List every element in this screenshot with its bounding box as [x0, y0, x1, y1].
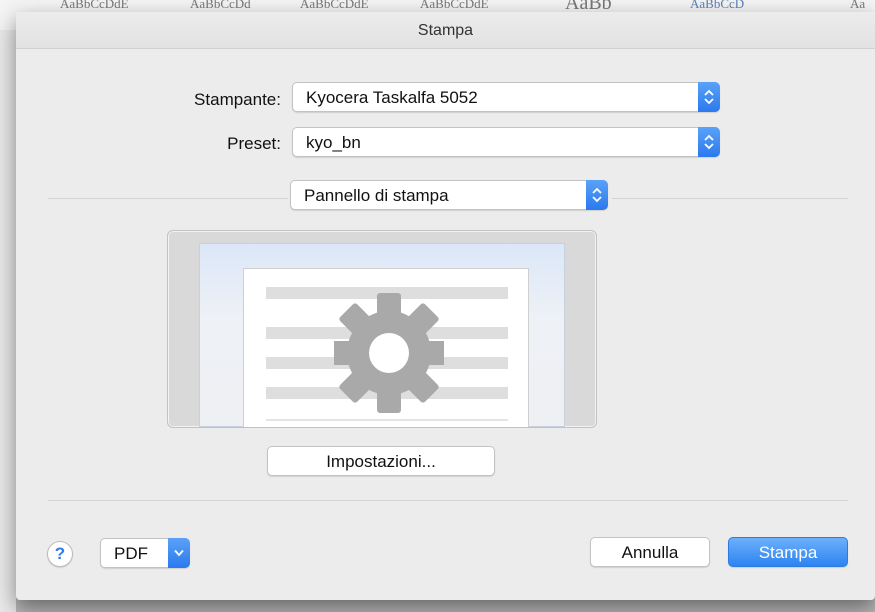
panel-value: Pannello di stampa: [304, 186, 449, 205]
separator: [48, 198, 288, 199]
dialog-title: Stampa: [16, 12, 875, 49]
print-button[interactable]: Stampa: [728, 537, 848, 567]
stepper-icon: [586, 180, 608, 210]
separator: [612, 198, 848, 199]
print-preview: [167, 230, 597, 428]
printer-value: Kyocera Taskalfa 5052: [306, 88, 478, 107]
preset-value: kyo_bn: [306, 133, 361, 152]
chevron-down-icon: [168, 538, 190, 568]
pdf-label: PDF: [114, 544, 148, 563]
settings-button[interactable]: Impostazioni...: [267, 446, 495, 476]
preview-line: [266, 419, 508, 421]
stepper-icon: [698, 127, 720, 157]
stepper-icon: [698, 82, 720, 112]
print-dialog: Stampa Stampante: Kyocera Taskalfa 5052 …: [16, 12, 875, 600]
preview-page: [243, 268, 529, 427]
preset-select[interactable]: kyo_bn: [292, 127, 720, 157]
separator: [48, 500, 848, 501]
pdf-menu-button[interactable]: PDF: [100, 538, 190, 568]
help-icon[interactable]: ?: [47, 541, 73, 567]
preview-background: [199, 243, 565, 427]
background-window-edge: [0, 30, 16, 612]
gear-icon: [334, 293, 444, 413]
panel-select[interactable]: Pannello di stampa: [290, 180, 608, 210]
cancel-button[interactable]: Annulla: [590, 537, 710, 567]
printer-select[interactable]: Kyocera Taskalfa 5052: [292, 82, 720, 112]
preset-label: Preset:: [227, 134, 281, 153]
printer-label: Stampante:: [194, 90, 281, 109]
